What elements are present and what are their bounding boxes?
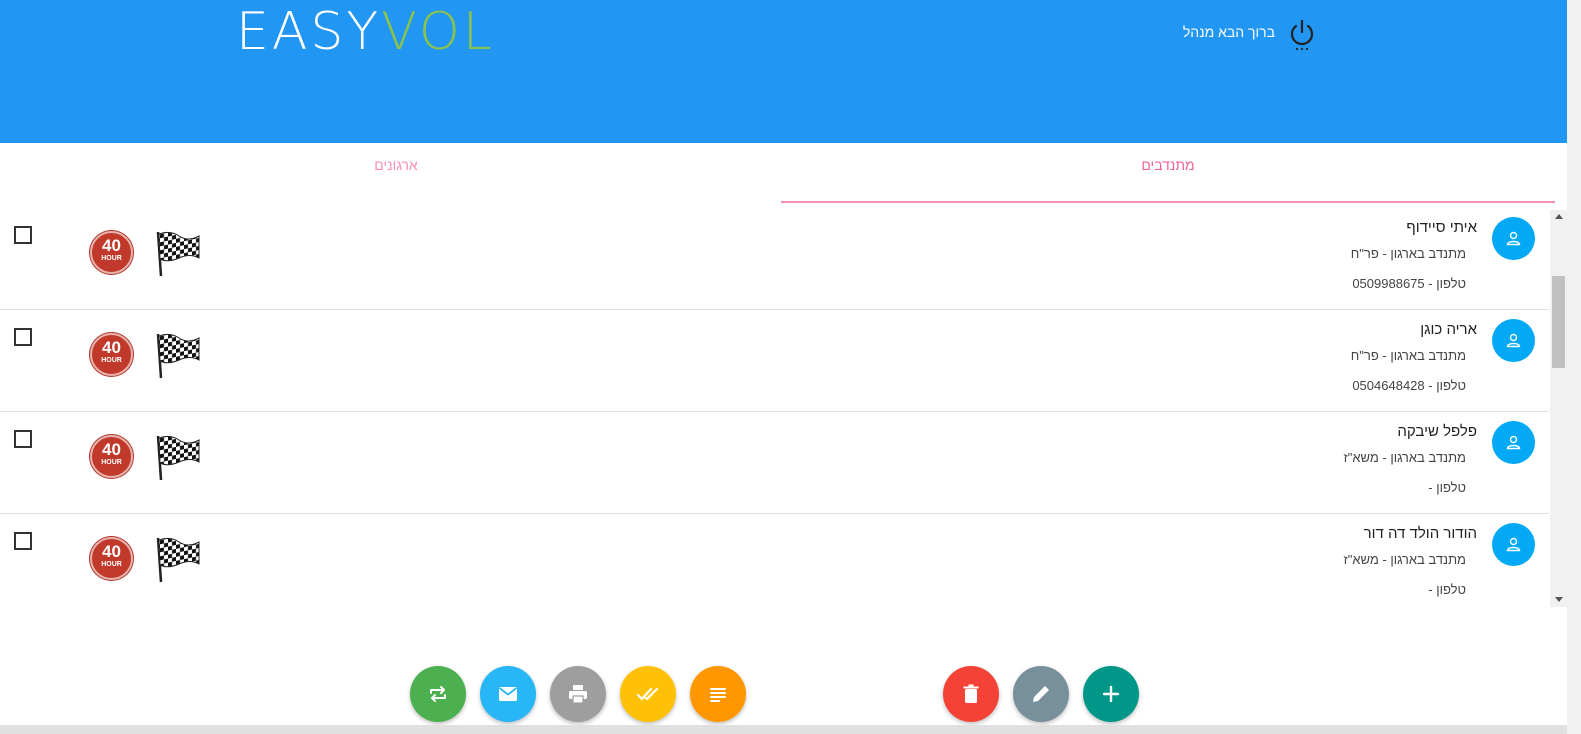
checkered-flag-icon: [156, 536, 201, 584]
email-button[interactable]: [480, 666, 536, 722]
avatar[interactable]: [1492, 319, 1535, 362]
select-checkbox[interactable]: [14, 328, 32, 346]
tab-volunteers[interactable]: מתנדבים: [781, 157, 1555, 203]
40-hour-badge-icon: 40 HOUR: [90, 537, 133, 580]
page-scrollbar[interactable]: [1567, 0, 1581, 734]
volunteer-org: מתנדב בארגון - פר"ח: [1350, 246, 1466, 261]
scroll-up-arrow-icon[interactable]: [1555, 214, 1563, 219]
person-icon: [1506, 333, 1521, 348]
list-item[interactable]: 40 HOUR פלפל שיבקה מתנדב בארגון - משא"ז ט…: [0, 412, 1549, 514]
list-item[interactable]: 40 HOUR הודור הולד דה דור מתנדב בארגון - …: [0, 514, 1549, 606]
volunteer-phone: טלפון -: [1428, 582, 1466, 597]
logo-easy: EASY: [236, 2, 382, 62]
transfer-button[interactable]: [410, 666, 466, 722]
scroll-down-arrow-icon[interactable]: [1555, 597, 1563, 602]
swap-icon: [430, 686, 446, 702]
plus-icon: [1102, 685, 1120, 703]
volunteer-org: מתנדב בארגון - משא"ז: [1343, 450, 1467, 465]
40-hour-badge-icon: 40 HOUR: [90, 231, 133, 274]
volunteer-name: איתי סיידוף: [1406, 219, 1477, 236]
avatar[interactable]: [1492, 421, 1535, 464]
list-item[interactable]: 40 HOUR איתי סיידוף מתנדב בארגון - פר"ח ט…: [0, 208, 1549, 310]
badge-number: 40: [102, 542, 121, 561]
trash-icon: [963, 684, 979, 703]
select-checkbox[interactable]: [14, 532, 32, 550]
person-icon: [1506, 537, 1521, 552]
avatar[interactable]: [1492, 523, 1535, 566]
print-button[interactable]: [550, 666, 606, 722]
list-scrollbar[interactable]: [1550, 210, 1567, 607]
power-icon[interactable]: [1288, 18, 1316, 52]
approve-all-button[interactable]: [620, 666, 676, 722]
volunteer-list: 40 HOUR איתי סיידוף מתנדב בארגון - פר"ח ט…: [0, 208, 1549, 606]
badge-text: HOUR: [101, 561, 122, 568]
app-header: EASYVOL ברוך הבא מנהל: [0, 0, 1567, 143]
print-icon: [569, 685, 587, 704]
volunteer-phone: טלפון - 0509988675: [1352, 276, 1466, 291]
notes-button[interactable]: [690, 666, 746, 722]
scrollbar-thumb[interactable]: [1552, 276, 1565, 368]
badge-text: HOUR: [101, 459, 122, 466]
volunteer-name: הודור הולד דה דור: [1363, 525, 1477, 542]
volunteer-org: מתנדב בארגון - משא"ז: [1343, 552, 1467, 567]
add-button[interactable]: [1083, 666, 1139, 722]
volunteer-phone: טלפון - 0504648428: [1352, 378, 1466, 393]
badge-number: 40: [102, 338, 121, 357]
pencil-icon: [1033, 686, 1049, 702]
person-icon: [1506, 435, 1521, 450]
avatar[interactable]: [1492, 217, 1535, 260]
volunteer-phone: טלפון -: [1428, 480, 1466, 495]
edit-button[interactable]: [1013, 666, 1069, 722]
select-checkbox[interactable]: [14, 226, 32, 244]
notes-icon: [710, 688, 726, 702]
volunteer-name: פלפל שיבקה: [1397, 423, 1477, 440]
checkered-flag-icon: [156, 332, 201, 380]
40-hour-badge-icon: 40 HOUR: [90, 435, 133, 478]
person-icon: [1506, 231, 1521, 246]
list-item[interactable]: 40 HOUR אריה כוגן מתנדב בארגון - פר"ח טלפ…: [0, 310, 1549, 412]
delete-button[interactable]: [943, 666, 999, 722]
double-check-icon: [636, 687, 659, 701]
welcome-text: ברוך הבא מנהל: [1182, 24, 1275, 40]
40-hour-badge-icon: 40 HOUR: [90, 333, 133, 376]
checkered-flag-icon: [156, 434, 201, 482]
badge-number: 40: [102, 236, 121, 255]
mail-icon: [498, 687, 518, 701]
badge-text: HOUR: [101, 255, 122, 262]
badge-text: HOUR: [101, 357, 122, 364]
logo-vol: VOL: [381, 2, 495, 62]
tab-organizations[interactable]: ארגונים: [0, 157, 792, 173]
volunteer-org: מתנדב בארגון - פר"ח: [1350, 348, 1466, 363]
volunteer-name: אריה כוגן: [1420, 321, 1477, 338]
checkered-flag-icon: [156, 230, 201, 278]
badge-number: 40: [102, 440, 121, 459]
tabs-bar: מתנדבים ארגונים: [0, 143, 1567, 203]
easyvol-logo: EASYVOL: [236, 2, 495, 62]
select-checkbox[interactable]: [14, 430, 32, 448]
bottom-border: [0, 725, 1567, 734]
